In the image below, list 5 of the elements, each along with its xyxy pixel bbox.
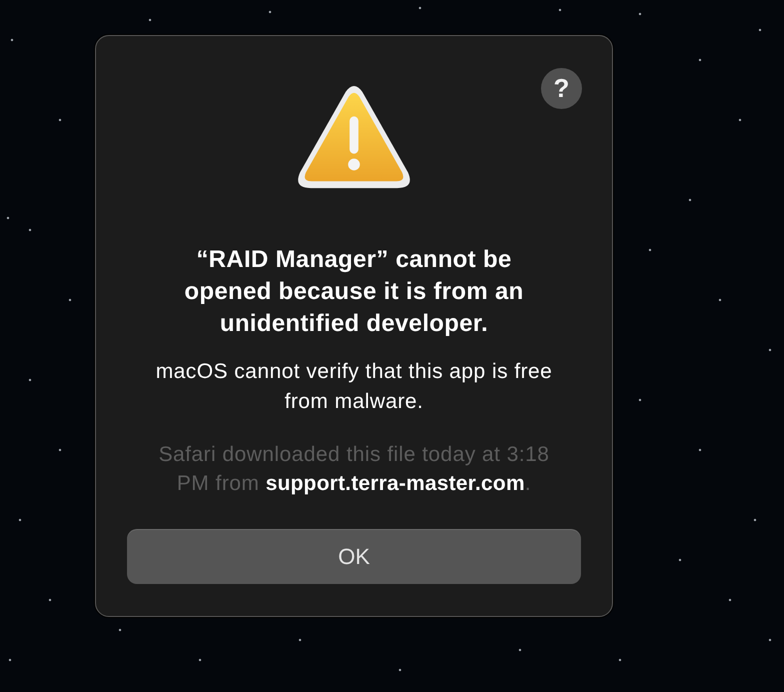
download-source-note: Safari downloaded this file today at 3:18 PM from support.terra-master.com. bbox=[158, 442, 550, 496]
help-button[interactable]: ? bbox=[541, 68, 582, 109]
dialog-title: “RAID Manager” cannot be opened because it is from an unidentified developer. bbox=[183, 245, 525, 339]
dialog-message: macOS cannot verify that this app is free from malware. bbox=[154, 359, 554, 414]
ok-button[interactable]: OK bbox=[127, 529, 581, 584]
